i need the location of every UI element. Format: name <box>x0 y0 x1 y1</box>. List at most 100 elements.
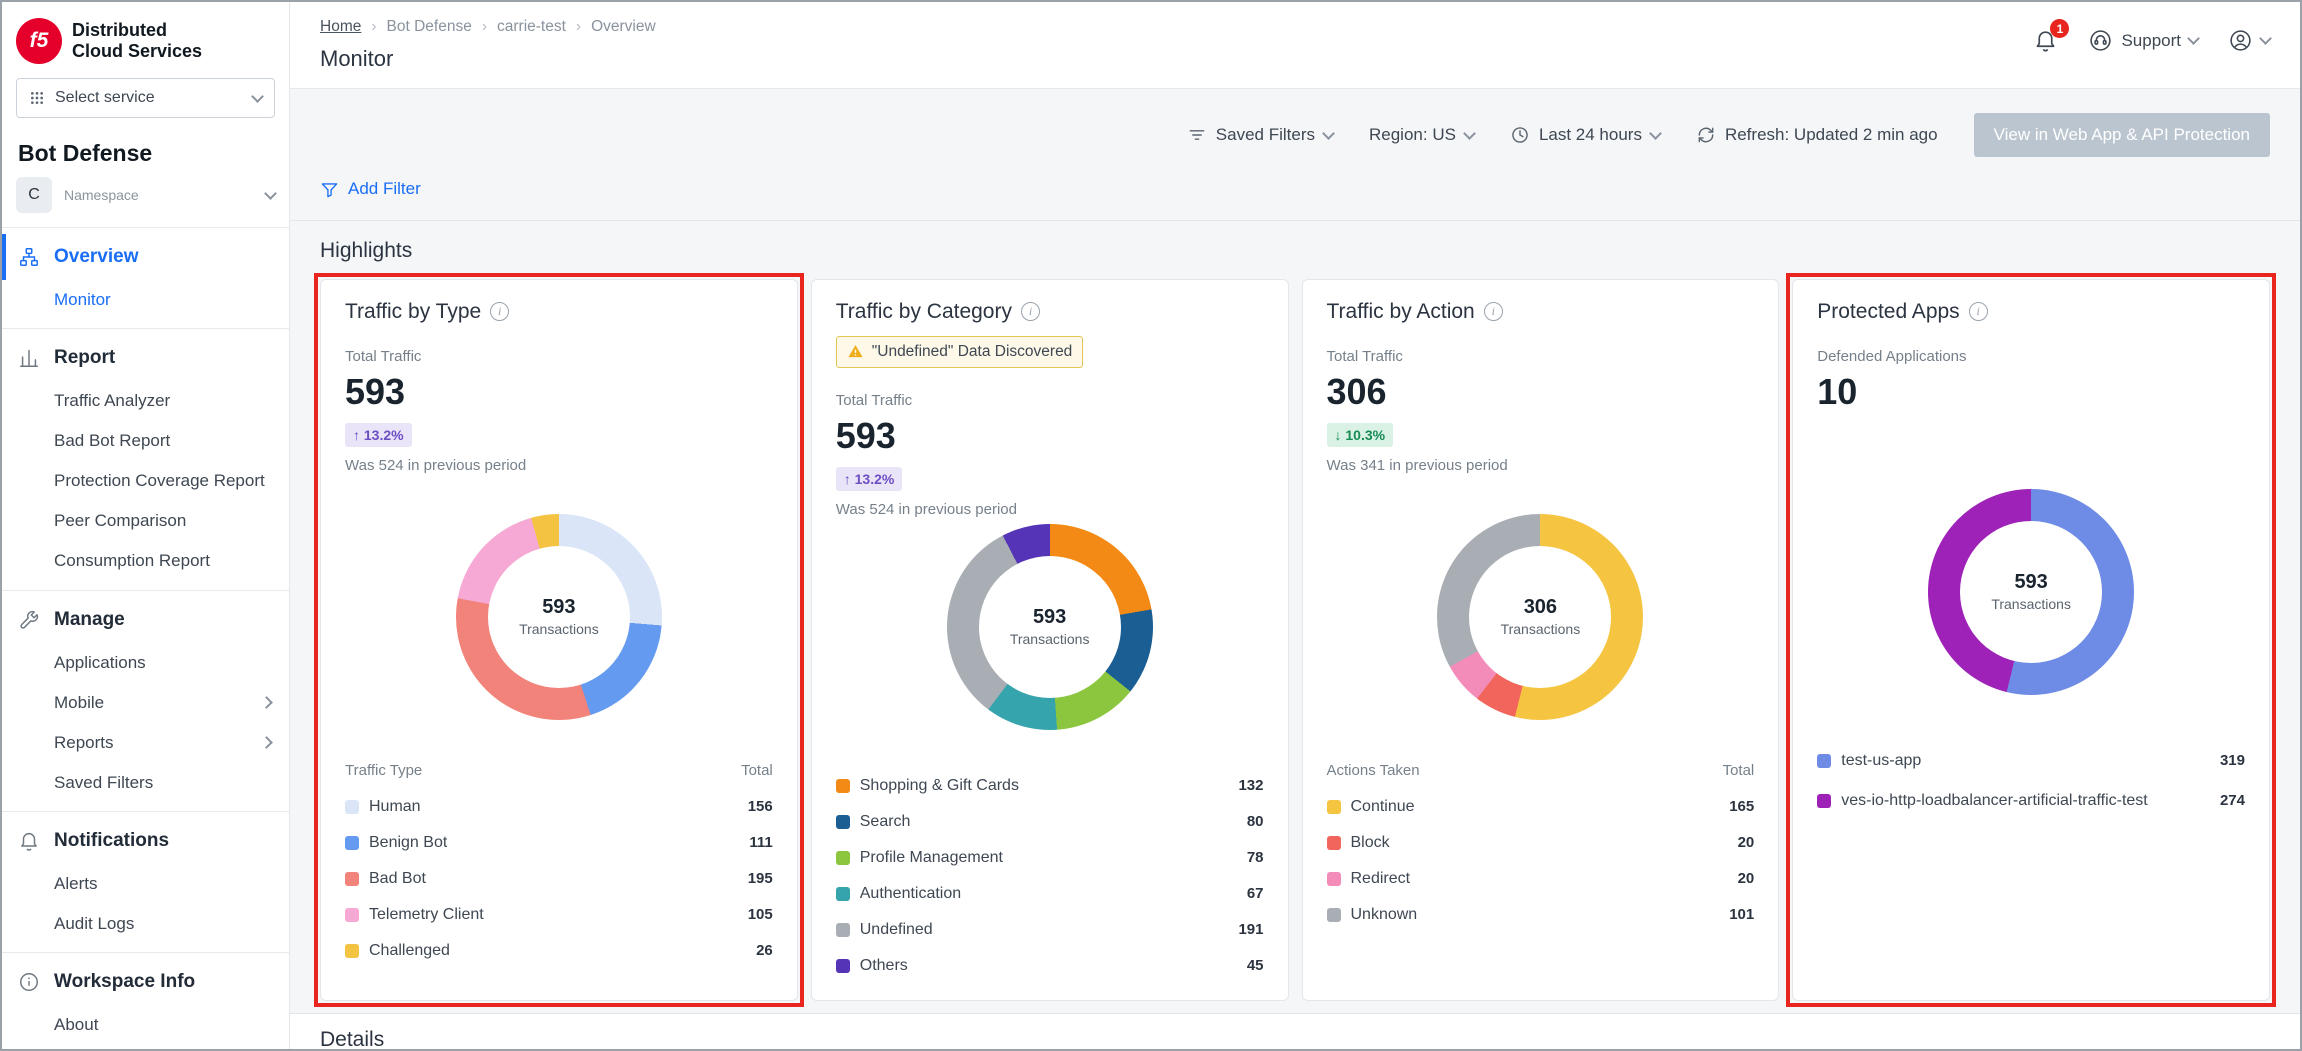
legend-item[interactable]: Telemetry Client105 <box>345 897 773 933</box>
nav-group-manage: Manage Applications Mobile Reports Saved… <box>2 591 289 812</box>
page-header: Home › Bot Defense › carrie-test › Overv… <box>290 2 2300 88</box>
donut-center-value: 306 <box>1524 596 1557 619</box>
legend-item[interactable]: Continue165 <box>1327 789 1755 825</box>
sidebar-item-label: About <box>54 1014 98 1036</box>
legend-value: 319 <box>2210 752 2245 769</box>
saved-filters-dropdown[interactable]: Saved Filters <box>1187 125 1333 145</box>
brand: f5 Distributed Cloud Services <box>2 2 289 76</box>
traffic-by-category-donut[interactable]: 593 Transactions <box>947 524 1153 730</box>
sidebar-item-label: Workspace Info <box>54 971 195 993</box>
sidebar-item-alerts[interactable]: Alerts <box>2 864 289 904</box>
legend-item[interactable]: Others45 <box>836 948 1264 984</box>
sidebar-item-applications[interactable]: Applications <box>2 643 289 683</box>
sidebar-item-peer-comparison[interactable]: Peer Comparison <box>2 501 289 541</box>
donut-center-value: 593 <box>542 596 575 619</box>
sidebar-item-consumption-report[interactable]: Consumption Report <box>2 541 289 581</box>
protected-apps-donut[interactable]: 593 Transactions <box>1928 489 2134 695</box>
legend-item[interactable]: Benign Bot111 <box>345 825 773 861</box>
legend-item[interactable]: Profile Management78 <box>836 840 1264 876</box>
legend-value: 20 <box>1728 870 1755 887</box>
service-selector[interactable]: Select service <box>16 78 275 118</box>
sidebar-item-mobile[interactable]: Mobile <box>2 683 289 723</box>
info-icon[interactable]: i <box>1969 302 1988 321</box>
legend-item[interactable]: Challenged26 <box>345 933 773 969</box>
breadcrumb-separator: › <box>482 18 487 36</box>
sidebar-item-bad-bot-report[interactable]: Bad Bot Report <box>2 421 289 461</box>
sidebar-item-audit-logs[interactable]: Audit Logs <box>2 904 289 944</box>
legend-item[interactable]: Search80 <box>836 804 1264 840</box>
legend-item[interactable]: Shopping & Gift Cards132 <box>836 768 1264 804</box>
namespace-selector[interactable]: C Namespace <box>16 177 275 213</box>
sidebar-item-manage[interactable]: Manage <box>2 597 289 643</box>
info-icon[interactable]: i <box>1021 302 1040 321</box>
legend-label: Authentication <box>860 885 961 903</box>
breadcrumb-overview[interactable]: Overview <box>591 18 656 36</box>
legend-value: 195 <box>738 870 773 887</box>
legend-swatch <box>345 872 359 886</box>
legend-item[interactable]: Undefined191 <box>836 912 1264 948</box>
add-filter-button[interactable]: Add Filter <box>320 179 421 199</box>
legend-swatch <box>836 779 850 793</box>
legend-swatch <box>1327 800 1341 814</box>
sidebar-item-protection-coverage-report[interactable]: Protection Coverage Report <box>2 461 289 501</box>
sidebar-item-workspace-info[interactable]: Workspace Info <box>2 959 289 1005</box>
legend-item[interactable]: Block20 <box>1327 825 1755 861</box>
sidebar-item-about[interactable]: About <box>2 1005 289 1045</box>
traffic-by-type-donut[interactable]: 593 Transactions <box>456 514 662 720</box>
region-dropdown[interactable]: Region: US <box>1369 125 1474 145</box>
sidebar-item-traffic-analyzer[interactable]: Traffic Analyzer <box>2 381 289 421</box>
legend-header: Actions Taken Total <box>1327 758 1755 789</box>
legend-value: 132 <box>1228 777 1263 794</box>
refresh-button[interactable]: Refresh: Updated 2 min ago <box>1696 125 1938 145</box>
grid-icon <box>29 90 45 106</box>
legend-swatch <box>1327 872 1341 886</box>
app-window: f5 Distributed Cloud Services Select ser… <box>0 0 2302 1051</box>
overview-icon <box>18 246 40 268</box>
legend-item[interactable]: ves-io-http-loadbalancer-artificial-traf… <box>1817 781 2245 821</box>
chevron-down-icon <box>1463 127 1476 140</box>
sidebar-item-saved-filters[interactable]: Saved Filters <box>2 763 289 803</box>
previous-period-text: Was 341 in previous period <box>1327 457 1755 474</box>
legend-swatch <box>836 923 850 937</box>
time-range-label: Last 24 hours <box>1539 125 1642 145</box>
brand-line1: Distributed <box>72 20 202 41</box>
page-title: Monitor <box>320 46 656 72</box>
info-icon[interactable]: i <box>490 302 509 321</box>
traffic-by-action-donut[interactable]: 306 Transactions <box>1437 514 1643 720</box>
legend-item[interactable]: Redirect20 <box>1327 861 1755 897</box>
sidebar-item-reports[interactable]: Reports <box>2 723 289 763</box>
header-right: 1 Support <box>2033 18 2270 53</box>
nav-group-overview: Overview Monitor <box>2 228 289 329</box>
sidebar-item-report[interactable]: Report <box>2 335 289 381</box>
sidebar-item-label: Notifications <box>54 830 169 852</box>
breadcrumb-bot-defense[interactable]: Bot Defense <box>387 18 472 36</box>
legend-label: Undefined <box>860 921 933 939</box>
breadcrumb-namespace[interactable]: carrie-test <box>497 18 566 36</box>
namespace-label: Namespace <box>64 187 139 203</box>
sidebar-item-overview[interactable]: Overview <box>2 234 289 280</box>
legend-item[interactable]: test-us-app319 <box>1817 741 2245 781</box>
legend-item[interactable]: Bad Bot195 <box>345 861 773 897</box>
support-menu[interactable]: Support <box>2088 28 2198 53</box>
sidebar-item-label: Monitor <box>54 289 111 311</box>
sidebar-item-monitor[interactable]: Monitor <box>2 280 289 320</box>
legend-column-label: Traffic Type <box>345 762 422 779</box>
legend-label: Telemetry Client <box>369 906 484 924</box>
info-icon <box>18 971 40 993</box>
time-range-dropdown[interactable]: Last 24 hours <box>1510 125 1660 145</box>
legend-item[interactable]: Authentication67 <box>836 876 1264 912</box>
legend-item[interactable]: Human156 <box>345 789 773 825</box>
breadcrumb-home[interactable]: Home <box>320 18 361 36</box>
donut-center-value: 593 <box>2014 571 2047 594</box>
account-menu[interactable] <box>2228 28 2270 53</box>
legend-swatch <box>345 800 359 814</box>
legend-value: 78 <box>1237 849 1264 866</box>
account-icon <box>2228 28 2253 53</box>
view-in-waap-button[interactable]: View in Web App & API Protection <box>1974 113 2270 157</box>
legend-item[interactable]: Unknown101 <box>1327 897 1755 933</box>
info-icon[interactable]: i <box>1484 302 1503 321</box>
sidebar-item-notifications[interactable]: Notifications <box>2 818 289 864</box>
notifications-button[interactable]: 1 <box>2033 28 2058 53</box>
refresh-status: Refresh: Updated 2 min ago <box>1725 125 1938 145</box>
legend-label: Unknown <box>1351 906 1418 924</box>
